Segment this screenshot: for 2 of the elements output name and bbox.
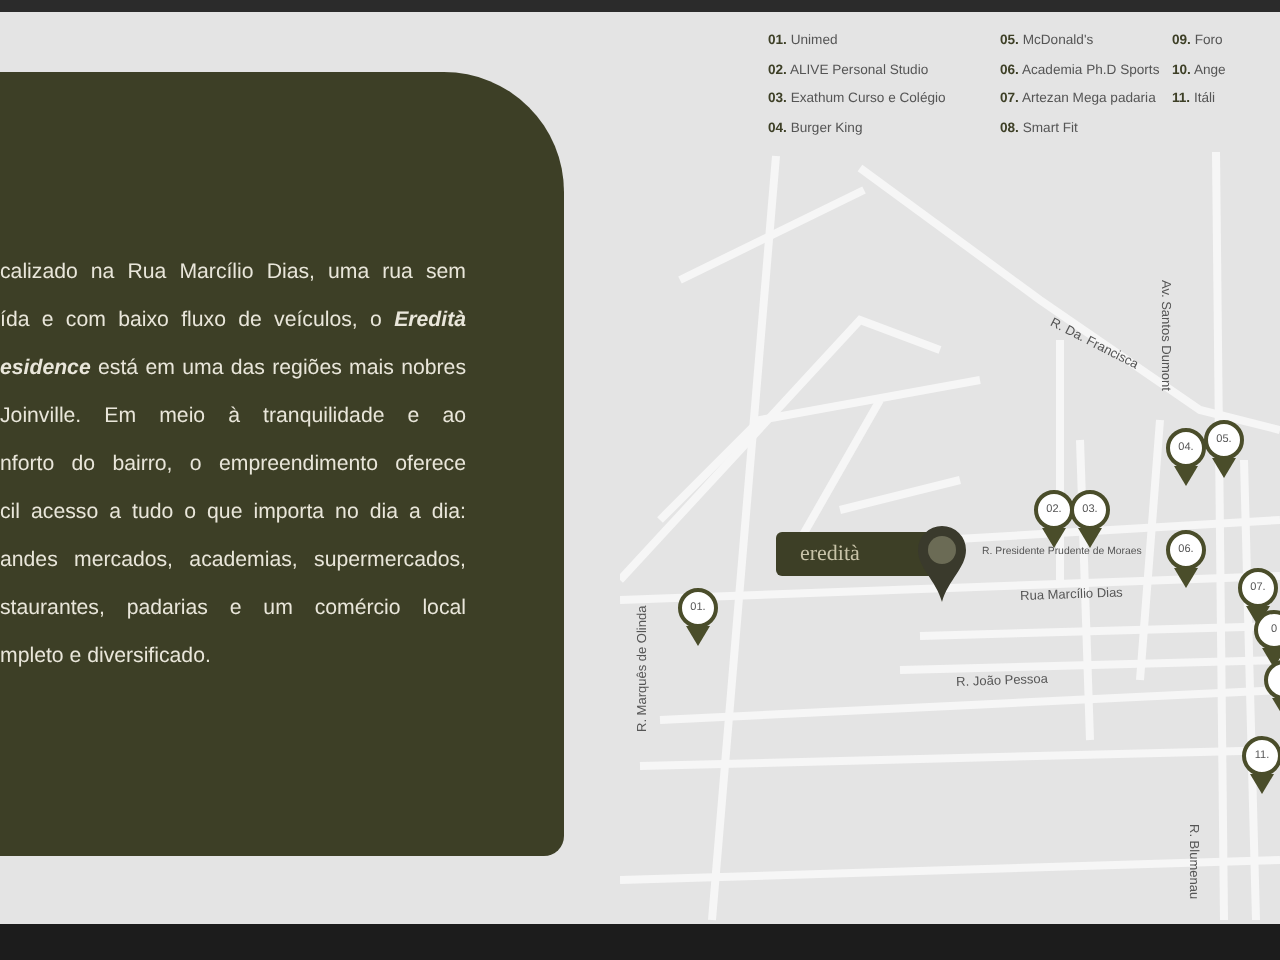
logo: eredità xyxy=(800,542,860,566)
description-paragraph: calizado na Rua Marcílio Dias, uma rua sem ída e com baixo fluxo de veículos, o Eredità esidence está em uma das regiões mais nobres Joinville. Em meio à tranquilidade e ao nforto do bairro, o empreendimento oferece cil acesso a tudo o que importa no dia a dia: andes mercados, academias, supermercados, staurantes, padarias e um comércio local mpleto e diversificado. xyxy=(0,258,466,672)
